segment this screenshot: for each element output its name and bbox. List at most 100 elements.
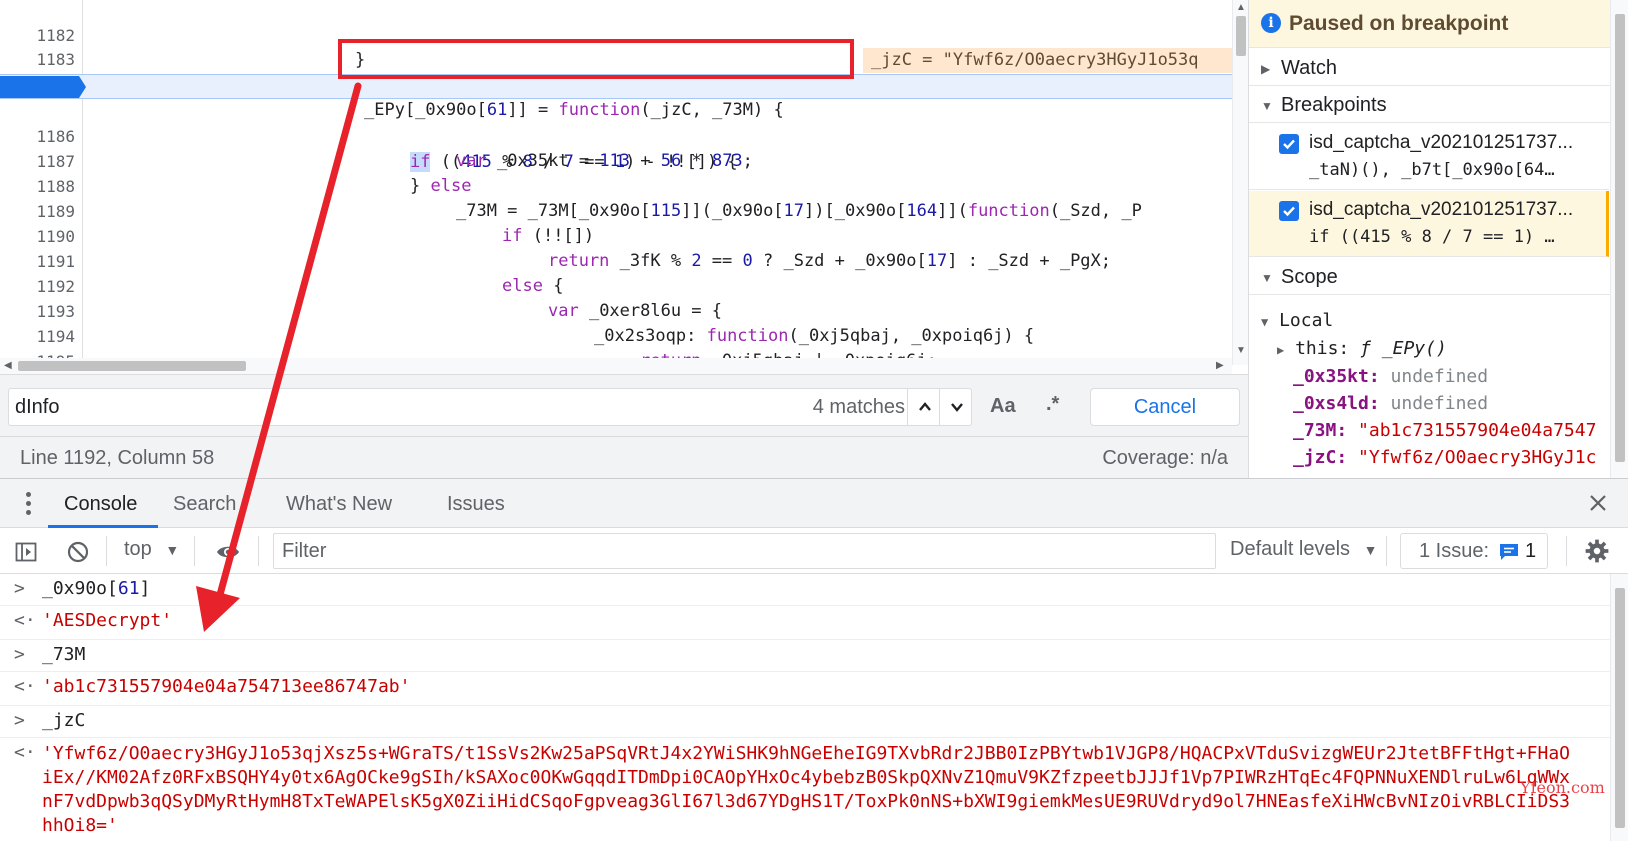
scope-row[interactable]: _0xs4ld: undefined xyxy=(1293,393,1613,414)
breakpoint-code: if ((415 % 8 / 7 == 1) … xyxy=(1309,227,1555,247)
collapse-triangle-icon: ▼ xyxy=(1261,99,1273,113)
expand-triangle-icon: ▶ xyxy=(1261,62,1271,76)
tab-issues[interactable]: Issues xyxy=(447,493,505,516)
scope-row[interactable]: _jzC: "Yfwf6z/O0aecry3HGyJ1c xyxy=(1293,447,1613,468)
next-match-button[interactable] xyxy=(939,389,973,425)
console-result-row[interactable]: <· 'ab1c731557904e04a754713ee86747ab' xyxy=(0,672,1610,706)
live-expression-eye-icon[interactable] xyxy=(216,540,240,564)
console-input-row[interactable]: > _73M xyxy=(0,640,1610,672)
code-line: 1186 var _0x35kt = 113 + 56 * 873; xyxy=(0,99,1232,171)
breakpoint-marker[interactable] xyxy=(0,76,86,98)
input-prompt-icon: > xyxy=(14,578,25,599)
check-icon xyxy=(1283,139,1295,150)
sidebar-scrollbar[interactable] xyxy=(1610,0,1628,478)
result-arrow-icon: <· xyxy=(14,610,36,631)
filter-box xyxy=(273,533,1216,569)
scope-value: undefined xyxy=(1390,366,1489,387)
scrollbar-thumb[interactable] xyxy=(1615,14,1625,462)
console-result-row[interactable]: <· 'Yfwf6z/O0aecry3HGyJ1o53qjXsz5s+WGraT… xyxy=(0,738,1610,841)
scope-row[interactable]: _0x35kt: undefined xyxy=(1293,366,1613,387)
console-input-row[interactable]: > _jzC xyxy=(0,706,1610,738)
scope-section-header[interactable]: ▼ Scope xyxy=(1249,259,1619,295)
breakpoint-item-active[interactable]: isd_captcha_v202101251737... if ((415 % … xyxy=(1249,191,1609,257)
filter-input[interactable] xyxy=(282,536,1202,566)
console-result: 'Yfwf6z/O0aecry3HGyJ1o53qjXsz5s+WGraTS/t… xyxy=(42,743,1571,836)
console-output[interactable]: > _0x90o[61] <· 'AESDecrypt' > _73M <· '… xyxy=(0,574,1610,841)
sidebar-toggle-icon[interactable] xyxy=(14,540,38,564)
close-icon[interactable] xyxy=(1586,491,1610,515)
console-input-row[interactable]: > _0x90o[61] xyxy=(0,574,1610,606)
scroll-left-icon[interactable]: ◀ xyxy=(4,361,12,371)
console-result: 'AESDecrypt' xyxy=(42,610,173,631)
context-value: top xyxy=(124,538,152,560)
scrollbar-thumb[interactable] xyxy=(18,361,246,371)
result-arrow-icon: <· xyxy=(14,676,36,697)
breakpoint-code: _taN)(), _b7t[_0x90o[64… xyxy=(1309,160,1555,180)
scope-value: undefined xyxy=(1390,393,1489,414)
gear-icon[interactable] xyxy=(1584,538,1610,564)
tab-console[interactable]: Console xyxy=(64,493,137,516)
log-levels-dropdown[interactable]: Default levels ▼ xyxy=(1230,538,1377,561)
breakpoints-section-header[interactable]: ▼ Breakpoints xyxy=(1249,87,1619,123)
breakpoint-checkbox[interactable] xyxy=(1279,201,1299,221)
levels-value: Default levels xyxy=(1230,538,1351,560)
tab-whats-new[interactable]: What's New xyxy=(286,493,392,516)
scope-key: this: xyxy=(1295,338,1350,359)
console-toolbar: top ▼ Default levels ▼ 1 Issue: 1 xyxy=(0,528,1628,574)
context-selector[interactable]: top ▼ xyxy=(124,538,179,561)
chevron-up-icon xyxy=(918,402,931,411)
search-box: 4 matches xyxy=(8,388,972,426)
input-prompt-icon: > xyxy=(14,710,25,731)
coverage-status: Coverage: n/a xyxy=(1102,447,1228,469)
regex-button[interactable]: .* xyxy=(1046,393,1059,416)
issues-button[interactable]: 1 Issue: 1 xyxy=(1400,533,1548,569)
console-result: 'ab1c731557904e04a754713ee86747ab' xyxy=(42,676,411,697)
editor-vertical-scrollbar[interactable]: ▲ ▼ xyxy=(1232,0,1248,365)
debugger-sidebar: i Paused on breakpoint ▶ Watch ▼ Breakpo… xyxy=(1248,0,1628,478)
section-label: Scope xyxy=(1281,266,1338,288)
console-result-row[interactable]: <· 'AESDecrypt' xyxy=(0,606,1610,640)
collapse-triangle-icon: ▼ xyxy=(1261,315,1269,329)
issues-count: 1 xyxy=(1525,540,1537,562)
more-tools-menu-icon[interactable] xyxy=(22,491,36,517)
search-input[interactable] xyxy=(15,389,795,425)
scope-row[interactable]: _73M: "ab1c731557904e04a7547 xyxy=(1293,420,1613,441)
breakpoint-file: isd_captcha_v202101251737... xyxy=(1309,132,1574,153)
editor-horizontal-scrollbar[interactable]: ◀ ▶ xyxy=(0,358,1232,374)
watch-section-header[interactable]: ▶ Watch xyxy=(1249,50,1619,86)
scroll-right-icon[interactable]: ▶ xyxy=(1216,361,1224,371)
scope-key: _0x35kt: xyxy=(1293,366,1380,387)
code-line: 1195 } xyxy=(0,324,1232,365)
tab-search[interactable]: Search xyxy=(173,493,236,516)
console-input: _0x90o[61] xyxy=(42,578,151,599)
clear-console-icon[interactable] xyxy=(66,540,90,564)
toolbar-separator xyxy=(194,536,195,566)
chevron-down-icon xyxy=(950,403,963,412)
toolbar-separator xyxy=(1386,536,1387,566)
section-label: Breakpoints xyxy=(1281,94,1387,116)
code-line: 1194 return _0xj5qbaj | _0xpoiq6j; xyxy=(0,299,1232,365)
match-case-button[interactable]: Aa xyxy=(990,395,1016,418)
section-label: Watch xyxy=(1281,57,1337,79)
paused-banner: i Paused on breakpoint xyxy=(1249,0,1628,48)
code-line: 1188 _73M = _73M[_0x90o[115]](_0x90o[17]… xyxy=(0,149,1232,221)
breakpoint-item[interactable]: isd_captcha_v202101251737... _taN)(), _b… xyxy=(1249,124,1609,190)
scope-value: "ab1c731557904e04a7547 xyxy=(1358,420,1597,441)
search-bar: 4 matches Aa .* Cancel xyxy=(0,374,1248,436)
code-line: 1190 return _3fK % 2 == 0 ? _Szd + _0x90… xyxy=(0,199,1232,271)
cancel-search-button[interactable]: Cancel xyxy=(1090,388,1240,426)
toolbar-separator xyxy=(1566,536,1567,566)
scroll-up-icon[interactable]: ▲ xyxy=(1236,3,1246,13)
scrollbar-thumb[interactable] xyxy=(1236,16,1246,56)
scrollbar-thumb[interactable] xyxy=(1615,588,1625,828)
message-icon xyxy=(1500,544,1518,560)
console-scrollbar[interactable] xyxy=(1610,574,1628,841)
breakpoint-checkbox[interactable] xyxy=(1279,134,1299,154)
code-line: 1189 if (!![]) xyxy=(0,174,1232,246)
scroll-down-icon[interactable]: ▼ xyxy=(1236,346,1246,356)
previous-match-button[interactable] xyxy=(907,389,941,425)
local-label: Local xyxy=(1279,310,1334,331)
issues-label: 1 Issue: xyxy=(1419,540,1490,562)
scope-row-this[interactable]: ▶ this: ƒ _EPy() xyxy=(1277,338,1597,359)
local-scope-header[interactable]: ▼ Local xyxy=(1261,310,1333,331)
